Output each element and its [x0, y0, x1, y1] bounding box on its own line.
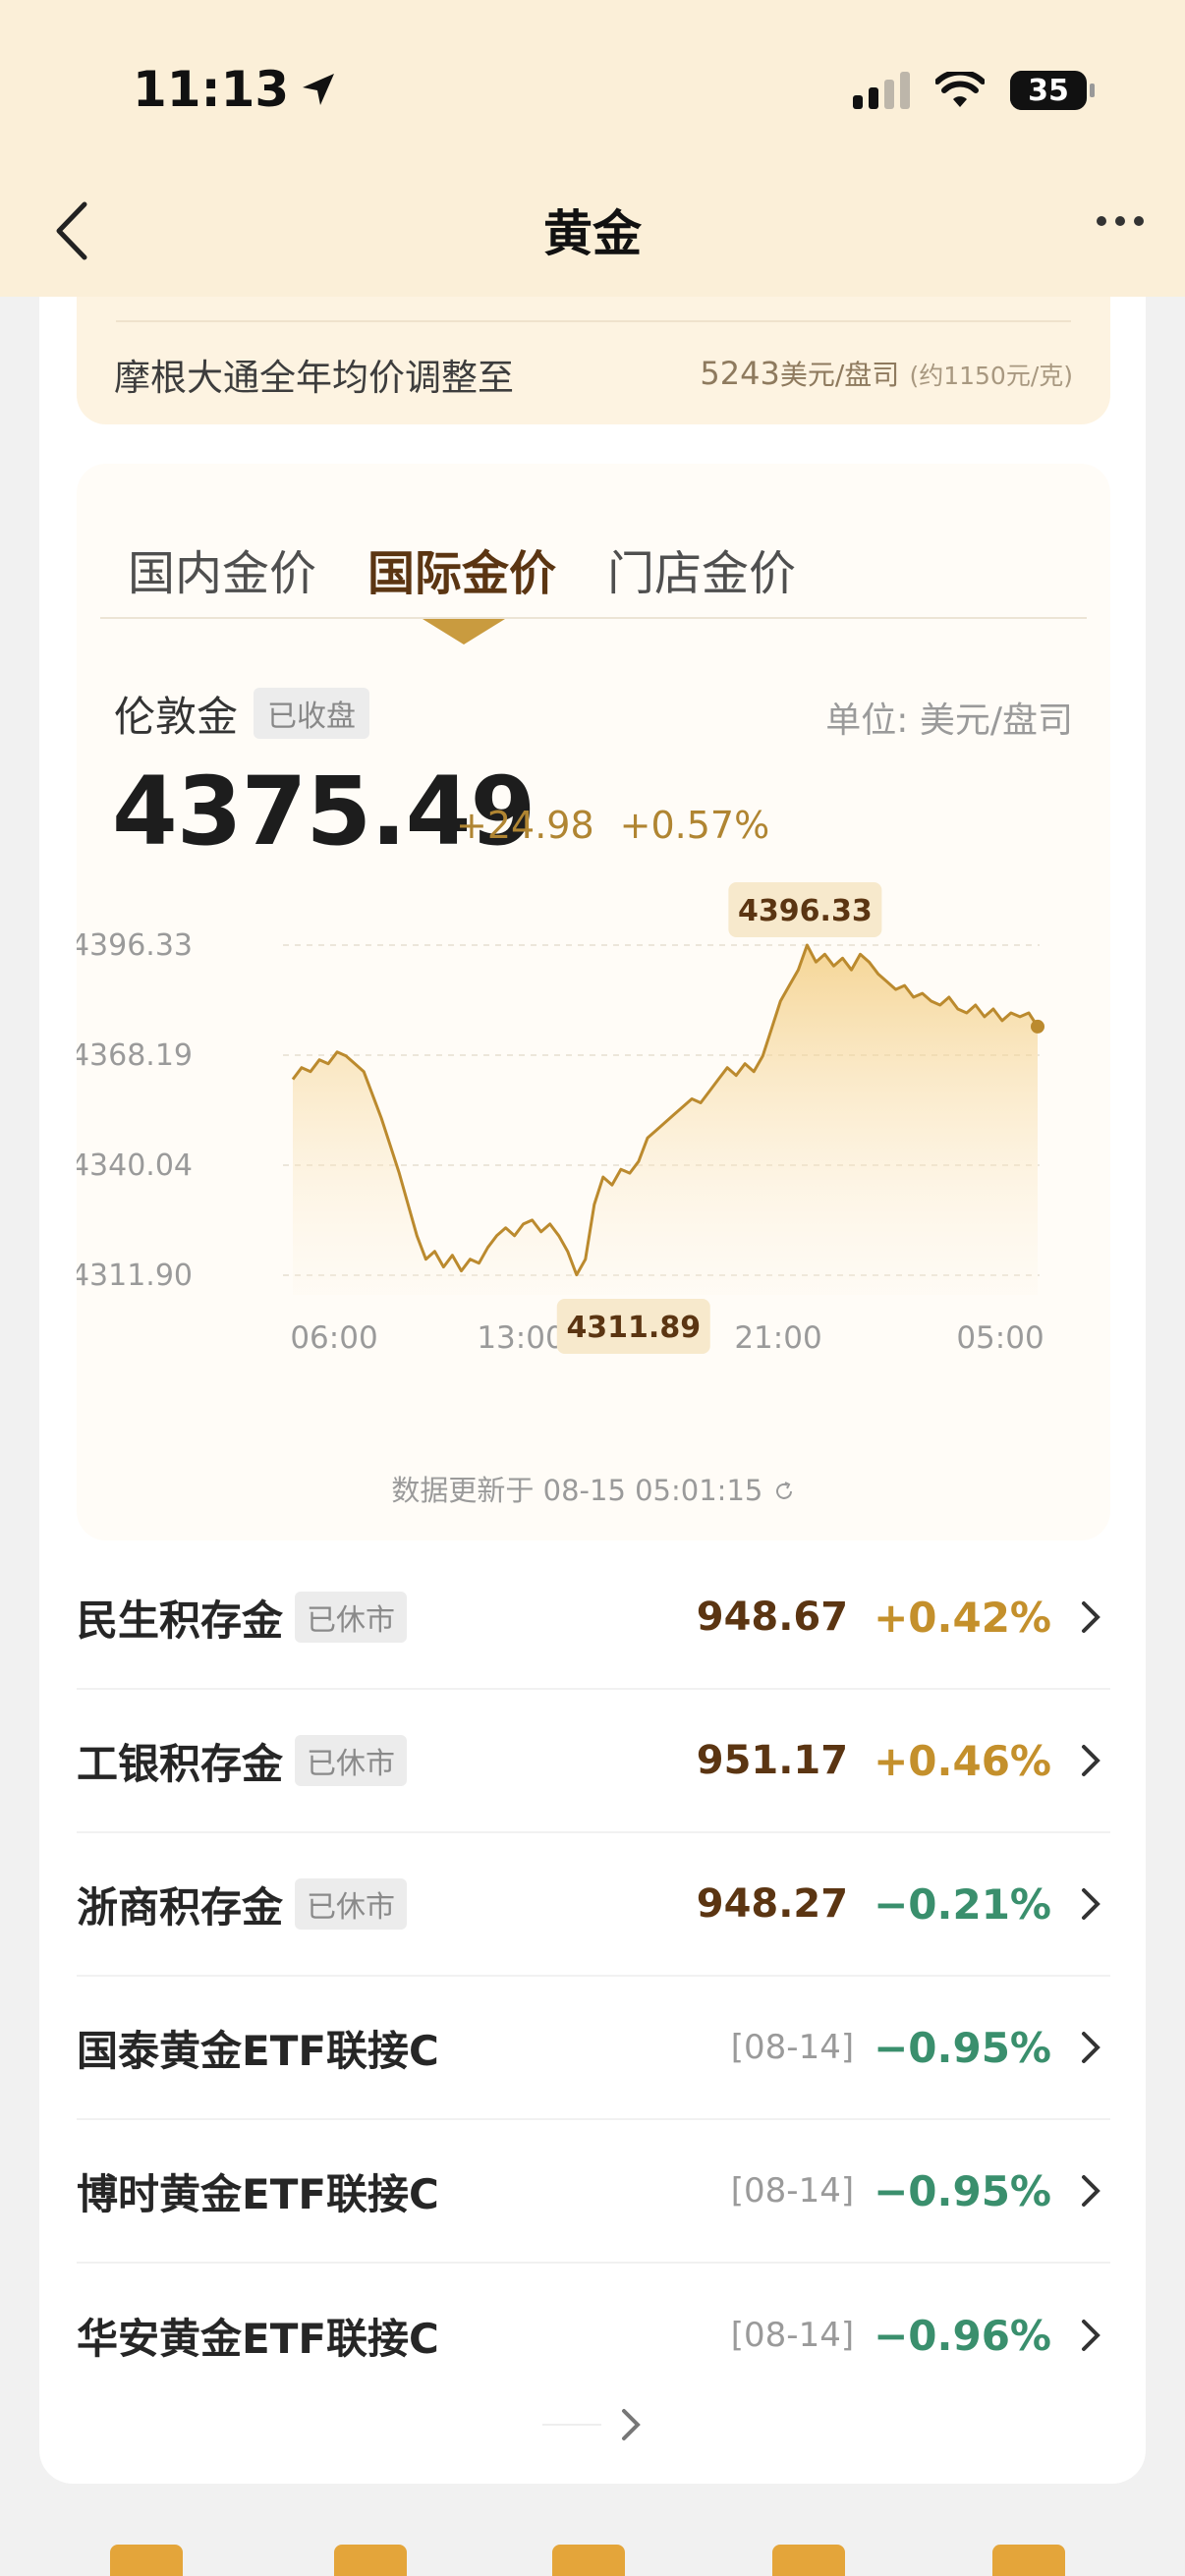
price-tabs: 国内金价 国际金价 门店金价 — [128, 534, 796, 603]
item-quote: 951.17 +0.46% — [697, 1737, 1102, 1785]
list-item[interactable]: 民生积存金 已休市 948.67 +0.42% — [77, 1546, 1110, 1690]
y-tick-label: 4396.33 — [77, 928, 193, 963]
item-change: −0.96% — [874, 2311, 1051, 2360]
content-card: 摩根大通全年均价调整至 5243美元/盘司 (约1150元/克) 国内金价 国际… — [39, 297, 1146, 2484]
battery-icon: 35 — [1010, 71, 1095, 110]
item-change: −0.95% — [874, 2166, 1051, 2215]
market-name: 伦敦金 — [114, 693, 239, 741]
page-title: 黄金 — [543, 205, 642, 262]
view-more[interactable] — [39, 2405, 1146, 2444]
active-tab-indicator — [423, 619, 505, 644]
tab-domestic[interactable]: 国内金价 — [128, 534, 316, 603]
market-status-badge: 已休市 — [295, 1592, 408, 1643]
product-list: 民生积存金 已休市 948.67 +0.42% 工银积存金 已休市 951.17 +0.46%… — [77, 1546, 1110, 2407]
status-icons: 35 — [853, 71, 1095, 110]
item-price: 951.17 — [696, 1738, 849, 1783]
location-arrow-icon — [303, 74, 335, 105]
forecast-banner[interactable]: 摩根大通全年均价调整至 5243美元/盘司 (约1150元/克) — [77, 297, 1110, 424]
x-tick-label: 06:00 — [290, 1320, 377, 1356]
item-quote: 948.27 −0.21% — [697, 1880, 1102, 1929]
chevron-right-icon[interactable] — [1079, 2171, 1102, 2211]
market-status-badge: 已休市 — [295, 1735, 408, 1786]
item-name: 工银积存金 — [77, 1739, 284, 1788]
item-quote: [08-14] −0.96% — [731, 2312, 1102, 2360]
item-name: 国泰黄金ETF联接C — [77, 2026, 439, 2075]
tab-international[interactable]: 国际金价 — [367, 534, 556, 603]
more-icon[interactable] — [1097, 216, 1144, 226]
list-item[interactable]: 博时黄金ETF联接C [08-14] −0.95% — [77, 2120, 1110, 2264]
item-quote: [08-14] −0.95% — [731, 2024, 1102, 2072]
item-change: +0.46% — [874, 1736, 1051, 1785]
chevron-right-icon[interactable] — [1079, 1884, 1102, 1924]
y-tick-label: 4340.04 — [77, 1148, 193, 1183]
list-item[interactable]: 华安黄金ETF联接C [08-14] −0.96% — [77, 2264, 1110, 2407]
low-label: 4311.89 — [566, 1311, 701, 1345]
item-change: +0.42% — [874, 1593, 1051, 1642]
market-status-badge: 已收盘 — [254, 688, 369, 739]
wifi-icon — [935, 72, 985, 107]
item-name: 华安黄金ETF联接C — [77, 2314, 439, 2363]
market-status-badge: 已休市 — [295, 1878, 408, 1930]
change-percent: +0.57% — [619, 804, 770, 847]
item-change: −0.95% — [874, 2023, 1051, 2072]
chevron-right-icon[interactable] — [619, 2405, 643, 2444]
list-item[interactable]: 浙商积存金 已休市 948.27 −0.21% — [77, 1833, 1110, 1977]
item-date: [08-14] — [730, 2171, 855, 2211]
price-change: +24.98 +0.57% — [456, 804, 769, 847]
chevron-right-icon[interactable] — [1079, 1741, 1102, 1780]
x-tick-label: 21:00 — [734, 1320, 821, 1356]
forecast-label: 摩根大通全年均价调整至 — [114, 357, 514, 399]
signal-icon — [853, 72, 910, 109]
refresh-icon[interactable] — [772, 1480, 796, 1503]
price-chart[interactable]: 4396.33 4368.19 4340.04 4311.90 06:00 13:00 21… — [77, 857, 1110, 1456]
item-name: 浙商积存金 — [77, 1882, 284, 1932]
top-bar: 11:13 35 黄金 — [0, 0, 1185, 297]
item-name: 民生积存金 — [77, 1596, 284, 1645]
forecast-value: 5243美元/盘司 (约1150元/克) — [700, 355, 1073, 392]
update-time[interactable]: 数据更新于 08-15 05:01:15 — [77, 1468, 1110, 1509]
item-quote: 948.67 +0.42% — [697, 1594, 1102, 1642]
x-tick-label: 05:00 — [956, 1320, 1044, 1356]
item-name: 博时黄金ETF联接C — [77, 2169, 439, 2218]
y-tick-label: 4368.19 — [77, 1038, 193, 1073]
status-time: 11:13 — [133, 61, 338, 118]
tab-store[interactable]: 门店金价 — [607, 534, 796, 603]
clock-text: 11:13 — [133, 61, 290, 118]
y-tick-label: 4311.90 — [77, 1259, 193, 1293]
chevron-right-icon[interactable] — [1079, 1597, 1102, 1637]
unit-label: 单位: 美元/盘司 — [825, 700, 1073, 741]
price-panel: 国内金价 国际金价 门店金价 伦敦金 已收盘 单位: 美元/盘司 4375.49… — [77, 464, 1110, 1540]
list-item[interactable]: 工银积存金 已休市 951.17 +0.46% — [77, 1690, 1110, 1833]
chevron-right-icon[interactable] — [1079, 2028, 1102, 2067]
chevron-right-icon[interactable] — [1079, 2316, 1102, 2355]
x-tick-label: 13:00 — [477, 1320, 564, 1356]
last-point — [1031, 1019, 1044, 1034]
item-price: 948.67 — [696, 1595, 849, 1640]
item-quote: [08-14] −0.95% — [731, 2167, 1102, 2215]
high-label: 4396.33 — [738, 894, 873, 928]
item-price: 948.27 — [696, 1881, 849, 1927]
list-item[interactable]: 国泰黄金ETF联接C [08-14] −0.95% — [77, 1977, 1110, 2120]
change-value: +24.98 — [456, 804, 594, 847]
item-date: [08-14] — [730, 2316, 855, 2355]
item-change: −0.21% — [874, 1879, 1051, 1929]
bottom-nav-partial — [0, 2545, 1185, 2576]
item-date: [08-14] — [730, 2028, 855, 2067]
